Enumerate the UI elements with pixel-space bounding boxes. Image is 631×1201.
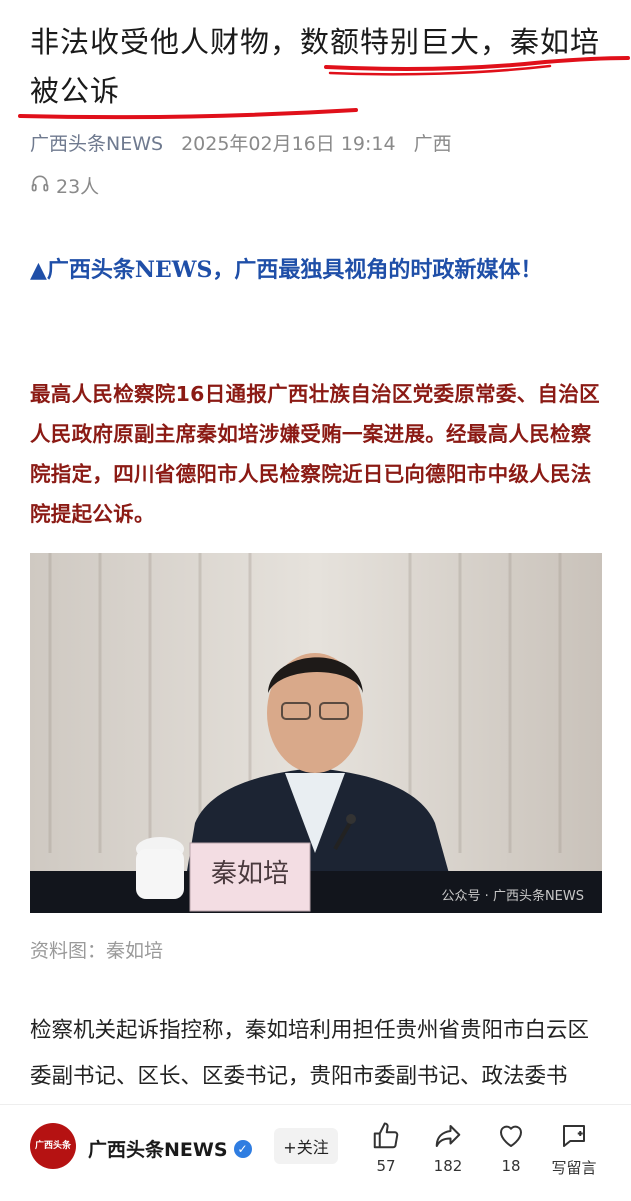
share-arrow-icon — [435, 1125, 461, 1147]
photo-watermark: 公众号 · 广西头条NEWS — [441, 889, 584, 904]
heart-icon — [500, 1125, 522, 1147]
bottom-action-bar: 广西头条 广西头条NEWS ✓ +关注 57 182 18 写留言 — [0, 1104, 631, 1201]
comment-label: 写留言 — [551, 1159, 597, 1177]
headphones-icon — [30, 173, 50, 198]
article-meta: 广西头条NEWS 2025年02月16日 19:14 广西 — [30, 129, 452, 156]
account-avatar[interactable]: 广西头条 — [30, 1123, 76, 1169]
publish-region: 广西 — [413, 133, 452, 155]
share-button[interactable]: 182 — [418, 1121, 478, 1175]
thumbs-up-icon — [373, 1122, 399, 1149]
like-button[interactable]: 57 — [356, 1121, 416, 1175]
avatar-logo-text: 广西头条 — [34, 1140, 71, 1151]
nameplate-label: 秦如培 — [210, 859, 289, 889]
like-count: 57 — [376, 1157, 396, 1175]
comment-button[interactable]: 写留言 — [544, 1121, 604, 1178]
account-name-text: 广西头条NEWS — [88, 1139, 228, 1161]
share-count: 182 — [433, 1157, 463, 1175]
comment-bubble-icon — [563, 1125, 585, 1147]
article-title: 非法收受他人财物，数额特别巨大，秦如培被公诉 — [30, 25, 601, 108]
publish-datetime: 2025年02月16日 19:14 — [181, 133, 396, 155]
listen-count-text: 23人 — [56, 176, 100, 198]
account-name[interactable]: 广西头条NEWS ✓ — [88, 1135, 252, 1162]
photo-illustration — [30, 553, 602, 913]
article-photo[interactable]: 秦如培 公众号 · 广西头条NEWS — [30, 553, 602, 913]
promo-text: ▲广西头条NEWS，广西最独具视角的时政新媒体！ — [30, 257, 543, 283]
listen-count[interactable]: 23人 — [30, 172, 99, 199]
verified-check-icon: ✓ — [233, 1139, 252, 1158]
favorite-count: 18 — [501, 1157, 521, 1175]
lead-paragraph: 最高人民检察院16日通报广西壮族自治区党委原常委、自治区人民政府原副主席秦如培涉… — [30, 382, 600, 526]
favorite-button[interactable]: 18 — [481, 1121, 541, 1175]
source-link[interactable]: 广西头条NEWS — [30, 129, 163, 156]
follow-button[interactable]: +关注 — [274, 1128, 338, 1164]
photo-caption: 资料图：秦如培 — [30, 940, 164, 962]
